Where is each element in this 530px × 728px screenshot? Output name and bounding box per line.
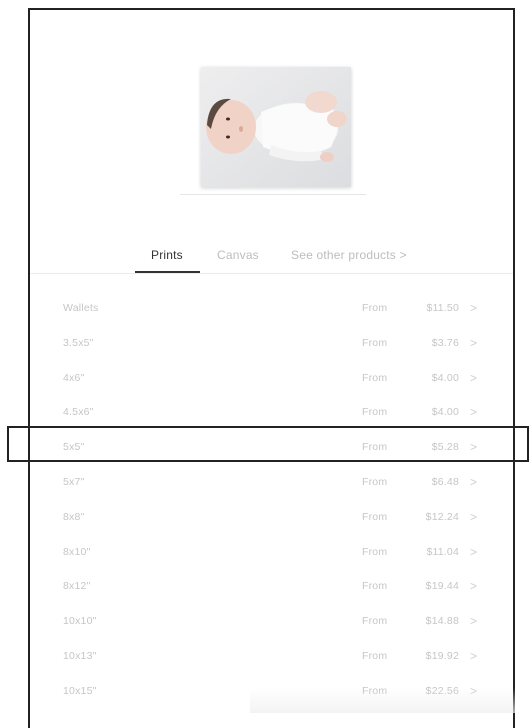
list-item-selected[interactable]: 5x5" From $5.28 >: [30, 431, 513, 466]
price-label: $5.28: [431, 441, 459, 454]
from-label: From: [362, 441, 388, 454]
list-item[interactable]: 4x6" From $4.00 >: [30, 362, 513, 397]
from-label: From: [362, 406, 388, 419]
chevron-right-icon: >: [470, 474, 478, 489]
list-item[interactable]: 8x8" From $12.24 >: [30, 501, 513, 536]
chevron-right-icon: >: [470, 648, 478, 663]
product-photo[interactable]: [201, 67, 351, 187]
size-price-list: Wallets From $11.50 > 3.5x5" From $3.76 …: [30, 292, 513, 710]
price-label: $11.04: [426, 545, 459, 558]
list-item[interactable]: 10x10" From $14.88 >: [30, 605, 513, 640]
price-label: $4.00: [431, 406, 459, 419]
price-label: $14.88: [425, 615, 459, 628]
size-label: Wallets: [63, 302, 99, 314]
size-label: 8x8": [63, 510, 85, 523]
from-label: From: [362, 302, 388, 314]
list-item[interactable]: 10x13" From $19.92 >: [30, 640, 513, 675]
list-item[interactable]: 4.5x6" From $4.00 >: [30, 396, 513, 431]
chevron-right-icon: >: [470, 579, 478, 594]
list-item[interactable]: 8x10" From $11.04 >: [30, 536, 513, 571]
size-label: 8x12": [63, 580, 91, 593]
price-label: $19.92: [425, 649, 459, 662]
list-item[interactable]: 8x12" From $19.44 >: [30, 570, 513, 605]
from-label: From: [362, 371, 388, 384]
chevron-right-icon: >: [470, 509, 478, 524]
size-label: 5x7": [63, 475, 85, 488]
price-label: $4.00: [431, 371, 459, 384]
product-panel: Prints Canvas See other products > Walle…: [28, 8, 515, 728]
active-tab-indicator: [135, 271, 200, 273]
size-label: 10x15": [63, 684, 97, 697]
price-label: $6.48: [431, 475, 459, 488]
baby-photo-image: [201, 67, 351, 187]
chevron-right-icon: >: [470, 614, 478, 629]
chevron-right-icon: >: [470, 370, 478, 385]
price-label: $11.50: [426, 302, 459, 314]
size-label: 8x10": [63, 545, 91, 558]
product-tabs: Prints Canvas See other products >: [30, 246, 513, 274]
size-label: 4x6": [63, 371, 85, 384]
chevron-right-icon: >: [470, 335, 478, 350]
size-label: 10x13": [63, 649, 97, 662]
bottom-overlay: [250, 688, 515, 713]
chevron-right-icon: >: [470, 301, 478, 315]
tab-canvas[interactable]: Canvas: [217, 248, 259, 262]
price-label: $3.76: [431, 336, 459, 349]
size-label: 4.5x6": [63, 406, 94, 419]
tab-prints[interactable]: Prints: [151, 248, 183, 262]
from-label: From: [362, 545, 388, 558]
from-label: From: [362, 615, 388, 628]
chevron-right-icon: >: [470, 405, 478, 420]
from-label: From: [362, 580, 388, 593]
from-label: From: [362, 336, 388, 349]
price-label: $19.44: [425, 580, 459, 593]
price-label: $12.24: [425, 510, 459, 523]
list-item[interactable]: 3.5x5" From $3.76 >: [30, 327, 513, 362]
from-label: From: [362, 649, 388, 662]
chevron-right-icon: >: [470, 440, 478, 455]
from-label: From: [362, 475, 388, 488]
chevron-right-icon: >: [470, 544, 478, 559]
tab-see-other-products[interactable]: See other products >: [291, 248, 407, 262]
list-item[interactable]: Wallets From $11.50 >: [30, 292, 513, 327]
size-label: 3.5x5": [63, 336, 94, 349]
from-label: From: [362, 510, 388, 523]
list-item[interactable]: 5x7" From $6.48 >: [30, 466, 513, 501]
size-label: 5x5": [63, 441, 85, 454]
photo-divider: [180, 194, 366, 195]
size-label: 10x10": [63, 615, 97, 628]
